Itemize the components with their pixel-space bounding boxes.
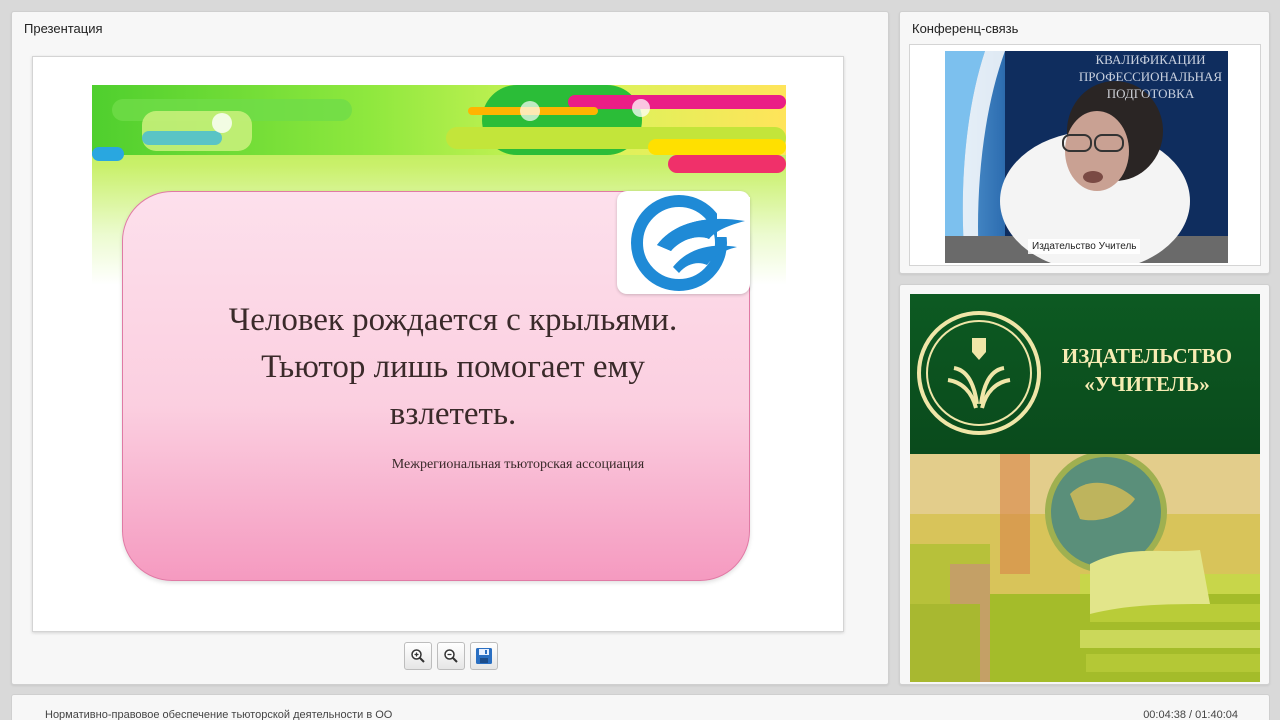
background-sign: КВАЛИФИКАЦИИ ПРОФЕССИОНАЛЬНАЯ ПОДГОТОВКА — [1078, 52, 1223, 101]
slide-quote: Человек рождается с крыльями. Тьютор лиш… — [228, 302, 678, 432]
slide-viewer[interactable]: Человек рождается с крыльями. Тьютор лиш… — [32, 56, 844, 632]
books-globe-image — [910, 454, 1260, 682]
publisher-panel: ИЗДАТЕЛЬСТВО «УЧИТЕЛЬ» — [899, 284, 1270, 685]
zoom-out-button[interactable] — [437, 642, 465, 670]
video-caption: Издательство Учитель — [1028, 239, 1141, 254]
dolphin-logo-icon — [617, 191, 750, 294]
publisher-header: ИЗДАТЕЛЬСТВО «УЧИТЕЛЬ» — [910, 294, 1260, 454]
publisher-logo-icon — [917, 311, 1041, 435]
publisher-banner: ИЗДАТЕЛЬСТВО «УЧИТЕЛЬ» — [910, 294, 1260, 682]
zoom-in-button[interactable] — [404, 642, 432, 670]
save-button[interactable] — [470, 642, 498, 670]
save-icon — [476, 648, 492, 664]
lecture-title: Нормативно-правовое обеспечение тьюторск… — [45, 709, 393, 720]
playback-time: 00:04:38 / 01:40:04 — [1143, 709, 1238, 720]
publisher-name: ИЗДАТЕЛЬСТВО «УЧИТЕЛЬ» — [1061, 344, 1233, 396]
presentation-panel: Презентация Человек рождается с крыльями… — [11, 11, 889, 685]
presentation-title: Презентация — [24, 21, 103, 36]
footer-bar: Нормативно-правовое обеспечение тьюторск… — [11, 694, 1270, 720]
zoom-out-icon — [444, 649, 458, 663]
conference-panel: Конференц-связь КВАЛИФИКАЦИИ ПРОФЕССИОНА… — [899, 11, 1270, 274]
zoom-in-icon — [411, 649, 425, 663]
video-frame: КВАЛИФИКАЦИИ ПРОФЕССИОНАЛЬНАЯ ПОДГОТОВКА… — [909, 44, 1261, 266]
speaker-video[interactable]: КВАЛИФИКАЦИИ ПРОФЕССИОНАЛЬНАЯ ПОДГОТОВКА… — [945, 51, 1228, 263]
slide-attribution: Межрегиональная тьюторская ассоциация — [391, 457, 645, 472]
conference-title: Конференц-связь — [912, 21, 1019, 36]
